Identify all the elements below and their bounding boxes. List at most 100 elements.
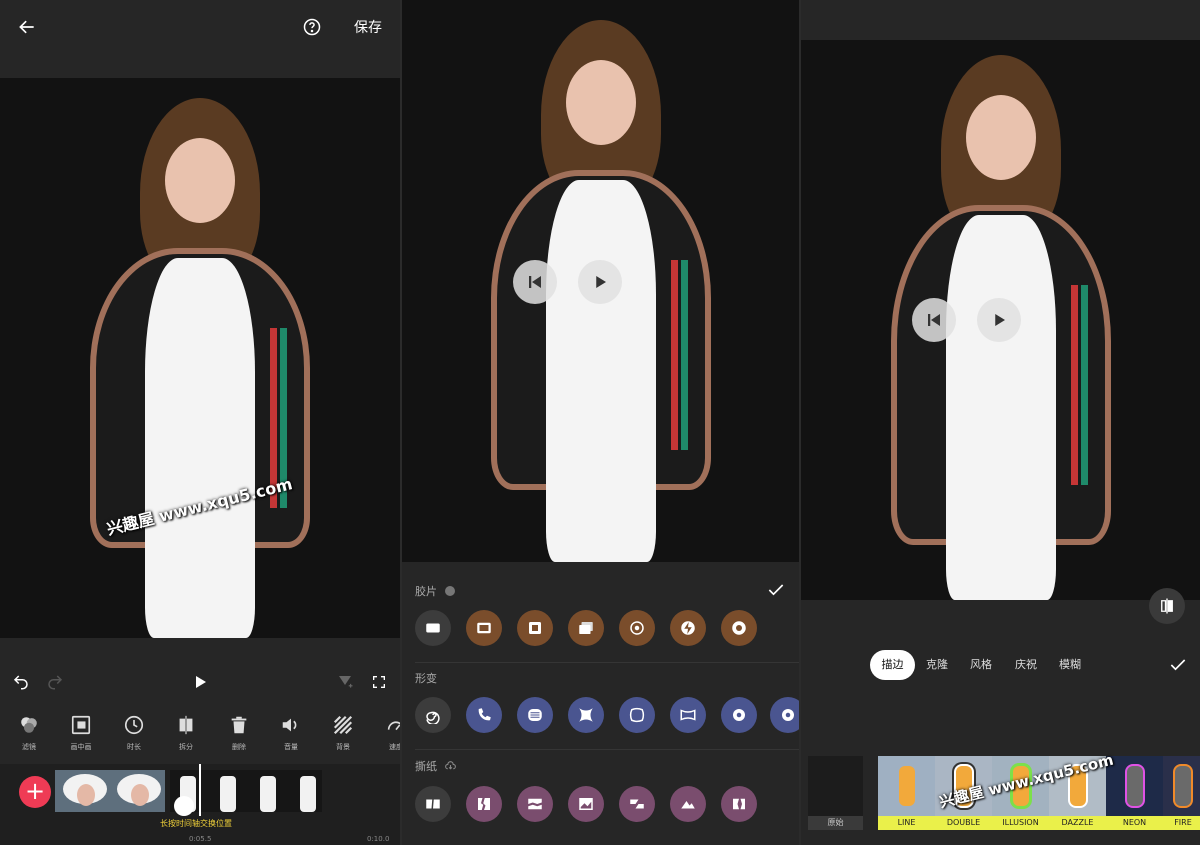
divider [415,662,799,663]
filter-label: FIRE [1163,816,1200,830]
filter-label: ILLUSION [992,816,1049,830]
timeline-clip[interactable] [55,770,165,812]
effect-film-3[interactable] [568,610,604,646]
video-preview[interactable] [402,0,799,562]
play-icon [596,276,606,288]
filter-original[interactable]: 原始 [808,756,863,830]
rewind-button[interactable] [912,298,956,342]
effect-film-6[interactable] [721,610,757,646]
play-icon[interactable] [189,671,211,693]
tool-delete[interactable]: 删除 [219,708,259,752]
effect-tear-none[interactable] [415,786,451,822]
tear-icon [681,801,695,809]
tab-blur[interactable]: 模糊 [1052,650,1088,680]
play-button[interactable] [578,260,622,304]
filter-label: NEON [1106,816,1163,830]
tool-background[interactable]: 背景 [323,708,363,752]
add-clip-button[interactable]: + [19,776,51,808]
lines-icon [528,709,542,721]
rewind-button[interactable] [513,260,557,304]
effect-morph-2[interactable] [517,697,553,733]
compare-button[interactable] [1149,588,1185,624]
effect-tear-3[interactable] [568,786,604,822]
effect-category-tabs: 描边 克隆 风格 庆祝 模糊 [801,650,1200,682]
background-icon [333,715,353,735]
effect-morph-none[interactable] [415,697,451,733]
preview-figure [70,98,330,638]
tool-filter[interactable]: 滤镜 [9,708,49,752]
top-bar: 保存 [0,0,400,78]
effect-tear-5[interactable] [670,786,706,822]
tool-volume[interactable]: 音量 [271,708,311,752]
filter-strip: 原始 LINE DOUBLE ILLUSION DAZZLE NEON FIRE [801,756,1200,845]
back-arrow-icon[interactable] [14,14,40,40]
filter-label: 原始 [808,816,863,830]
tab-style[interactable]: 风格 [963,650,999,680]
effect-film-1[interactable] [466,610,502,646]
effect-film-2[interactable] [517,610,553,646]
frame-icon [477,622,491,634]
effect-morph-6[interactable] [721,697,757,733]
frame-icon [426,623,440,633]
video-preview[interactable]: 兴趣屋 www.xqu5.com [0,78,400,638]
tool-speed[interactable]: 速度 [376,708,400,752]
tool-label: 删除 [232,743,246,751]
video-preview[interactable] [801,40,1200,600]
tear-icon [528,798,542,810]
filter-fire[interactable]: FIRE [1163,756,1200,830]
section-tear-title: 撕纸 [415,758,457,775]
effect-film-5[interactable] [670,610,706,646]
tab-clone[interactable]: 克隆 [919,650,955,680]
save-button[interactable]: 保存 [354,17,382,37]
confirm-check-icon[interactable] [764,578,788,602]
timeline[interactable]: + 长按时间轴交换位置 0:05.5 0:10.0 [0,764,400,845]
redo-icon[interactable] [44,671,66,693]
effect-morph-4[interactable] [619,697,655,733]
tear-icon [478,798,490,810]
music-note-icon [444,586,455,596]
play-icon [995,314,1005,326]
phone-icon [478,708,491,721]
transition-icon[interactable] [174,796,194,816]
filter-icon [21,717,37,733]
effect-morph-5[interactable] [670,697,706,733]
outline-effects-screen: 描边 克隆 风格 庆祝 模糊 原始 LINE DOUBLE ILLUSION D… [801,0,1200,845]
time-mid: 0:05.5 [189,835,212,843]
section-morph-title: 形变 [415,672,437,685]
tab-celebrate[interactable]: 庆祝 [1008,650,1044,680]
effect-morph-7[interactable] [770,697,799,733]
trash-icon [231,716,247,734]
effect-tear-6[interactable] [721,786,757,822]
tool-label: 背景 [336,743,350,751]
pinch-icon [579,708,593,722]
tool-duration[interactable]: 时长 [114,708,154,752]
section-label: 胶片 [415,585,437,598]
tool-split[interactable]: 拆分 [166,708,206,752]
effect-tear-1[interactable] [466,786,502,822]
tool-pip[interactable]: 画中画 [61,708,101,752]
effect-film-4[interactable] [619,610,655,646]
undo-icon[interactable] [10,671,32,693]
keyframe-icon[interactable] [334,671,356,693]
effect-morph-3[interactable] [568,697,604,733]
pip-icon [71,715,91,735]
effect-film-none[interactable] [415,610,451,646]
tear-icon [426,799,440,809]
shutter-icon [733,709,745,721]
effect-tear-2[interactable] [517,786,553,822]
filter-line[interactable]: LINE [878,756,935,830]
effect-morph-1[interactable] [466,697,502,733]
timeline-hint: 长按时间轴交换位置 [160,819,232,828]
tool-label: 滤镜 [22,743,36,751]
confirm-check-icon[interactable] [1166,653,1190,677]
effect-tear-4[interactable] [619,786,655,822]
divider [415,749,799,750]
effects-panel: 胶片 形变 撕纸 [402,562,799,845]
clock-icon [124,715,144,735]
playhead[interactable] [199,764,201,816]
help-icon[interactable] [299,14,325,40]
play-button[interactable] [977,298,1021,342]
fullscreen-icon[interactable] [368,671,390,693]
tab-outline[interactable]: 描边 [870,650,915,680]
skip-back-icon [529,276,541,288]
